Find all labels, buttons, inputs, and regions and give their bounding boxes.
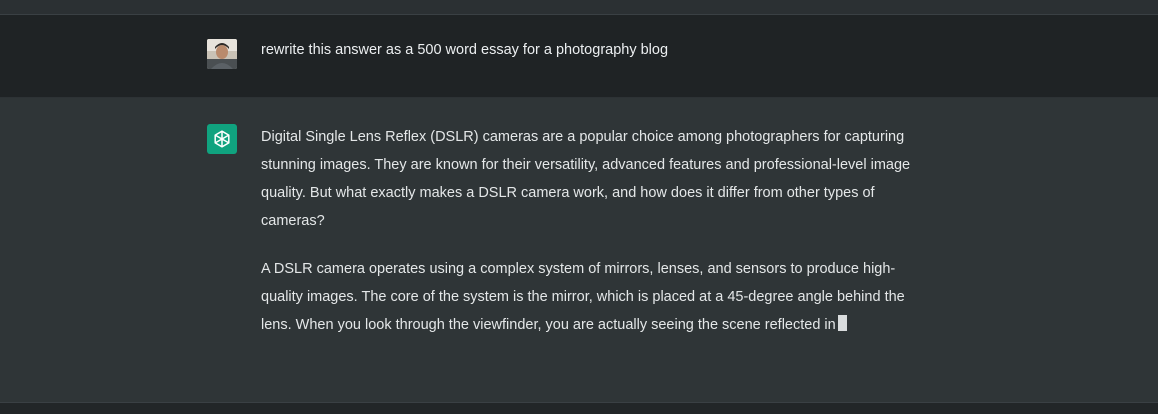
assistant-answer: Digital Single Lens Reflex (DSLR) camera…	[261, 123, 921, 359]
answer-paragraph: A DSLR camera operates using a complex s…	[261, 255, 921, 339]
bottom-divider	[0, 402, 1158, 414]
user-message-text: rewrite this answer as a 500 word essay …	[261, 42, 669, 58]
assistant-message-row: Digital Single Lens Reflex (DSLR) camera…	[0, 98, 1158, 402]
user-message-row: rewrite this answer as a 500 word essay …	[0, 15, 1158, 98]
answer-paragraph: Digital Single Lens Reflex (DSLR) camera…	[261, 129, 911, 229]
openai-logo-icon	[207, 124, 237, 154]
user-avatar	[207, 39, 237, 69]
typing-cursor	[837, 315, 847, 331]
openai-knot-icon	[214, 130, 230, 148]
previous-message-strip	[0, 0, 1158, 15]
answer-paragraph-text: A DSLR camera operates using a complex s…	[261, 261, 905, 333]
user-avatar-photo-icon	[207, 39, 237, 69]
